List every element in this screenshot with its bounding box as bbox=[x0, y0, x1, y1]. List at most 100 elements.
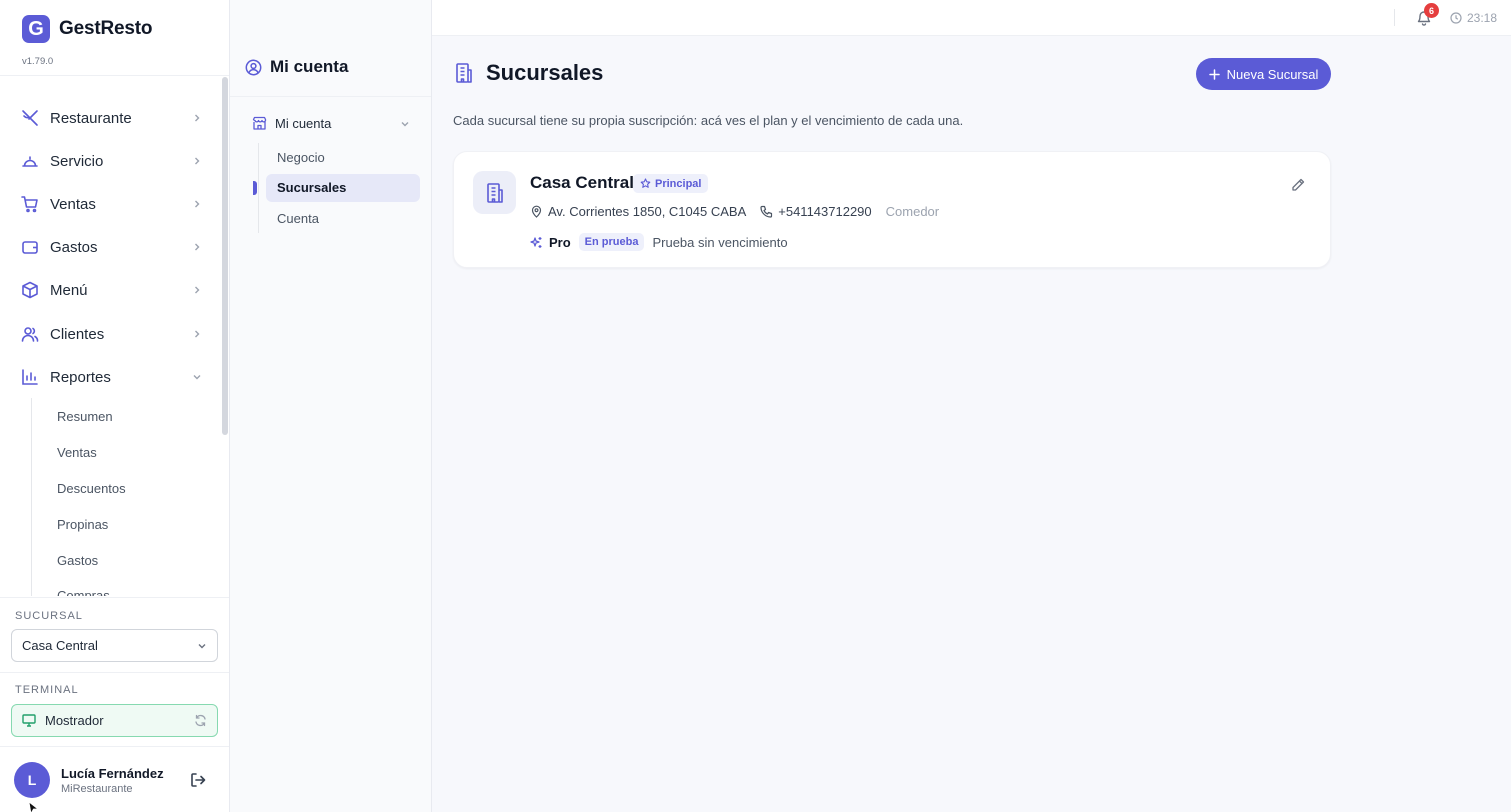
divider bbox=[0, 672, 229, 673]
sucursal-select[interactable]: Casa Central bbox=[11, 629, 218, 662]
nav-label: Gastos bbox=[50, 238, 98, 256]
sparkles-icon bbox=[530, 236, 542, 248]
panel-group-label: Mi cuenta bbox=[275, 116, 332, 131]
plus-icon bbox=[1208, 68, 1220, 80]
cart-icon bbox=[21, 196, 38, 213]
store-icon bbox=[252, 116, 267, 130]
branch-address: Av. Corrientes 1850, C1045 CABA bbox=[548, 204, 747, 219]
divider bbox=[1394, 9, 1395, 26]
panel-item-cuenta[interactable]: Cuenta bbox=[277, 211, 319, 226]
panel-item-sucursales[interactable]: Sucursales bbox=[277, 180, 346, 195]
refresh-icon[interactable] bbox=[194, 714, 207, 727]
panel-title: Mi cuenta bbox=[270, 57, 349, 76]
submenu-guide bbox=[31, 398, 32, 596]
branch-name: Casa Central bbox=[530, 173, 634, 192]
brand[interactable]: G GestResto bbox=[22, 15, 152, 43]
branch-phone: +541143712290 bbox=[778, 204, 872, 219]
page-title: Sucursales bbox=[486, 60, 604, 85]
subnav-item-propinas[interactable]: Propinas bbox=[57, 517, 108, 532]
nav-item-gastos[interactable]: Gastos bbox=[20, 229, 202, 265]
terminal-select[interactable]: Mostrador bbox=[11, 704, 218, 737]
expiry-note: Prueba sin vencimiento bbox=[652, 234, 788, 250]
wallet-icon bbox=[22, 241, 38, 254]
nav-item-clientes[interactable]: Clientes bbox=[20, 316, 202, 352]
avatar: L bbox=[14, 762, 50, 798]
divider bbox=[0, 75, 229, 76]
active-item-marker bbox=[253, 181, 257, 195]
branch-icon-tile bbox=[473, 171, 516, 214]
nav-item-servicio[interactable]: Servicio bbox=[20, 143, 202, 179]
page-description: Cada sucursal tiene su propia suscripció… bbox=[453, 113, 964, 128]
current-time: 23:18 bbox=[1467, 11, 1498, 25]
notification-badge: 6 bbox=[1424, 3, 1439, 18]
branch-subscription: Pro En prueba Prueba sin vencimiento bbox=[530, 233, 788, 251]
nav-label: Clientes bbox=[50, 325, 105, 343]
box-icon bbox=[22, 281, 38, 299]
subnav-item-descuentos[interactable]: Descuentos bbox=[57, 481, 126, 496]
divider bbox=[230, 96, 431, 97]
nav-item-restaurante[interactable]: Restaurante bbox=[20, 100, 202, 136]
sucursal-label: SUCURSAL bbox=[15, 610, 83, 622]
nav-label: Menú bbox=[50, 281, 88, 299]
user-profile[interactable]: L Lucía Fernández MiRestaurante bbox=[14, 762, 164, 798]
nav-label: Reportes bbox=[50, 368, 111, 386]
building-icon bbox=[486, 182, 503, 203]
brand-name: GestResto bbox=[59, 18, 153, 39]
monitor-icon bbox=[22, 714, 36, 727]
chevron-right-icon bbox=[195, 330, 200, 338]
nav-item-menu[interactable]: Menú bbox=[20, 272, 202, 308]
user-name: Lucía Fernández bbox=[61, 765, 164, 781]
chevron-right-icon bbox=[195, 114, 200, 122]
main-sidebar: G GestResto v1.79.0 Restaurante Servicio… bbox=[0, 0, 230, 812]
user-business: MiRestaurante bbox=[61, 782, 133, 795]
panel-group-mi-cuenta[interactable]: Mi cuenta bbox=[252, 116, 410, 131]
subnav-item-compras[interactable]: Compras bbox=[57, 588, 110, 596]
principal-badge-label: Principal bbox=[655, 177, 702, 190]
submenu-guide bbox=[258, 143, 259, 233]
utensils-icon bbox=[22, 110, 38, 126]
logout-icon[interactable] bbox=[189, 771, 207, 789]
nav-item-reportes[interactable]: Reportes bbox=[20, 359, 202, 395]
phone-icon bbox=[760, 205, 773, 218]
subnav-item-ventas[interactable]: Ventas bbox=[57, 445, 97, 460]
branch-card[interactable]: Casa Central Principal Av. Corrientes 18… bbox=[453, 151, 1331, 268]
nav-item-ventas[interactable]: Ventas bbox=[20, 186, 202, 222]
clock-icon bbox=[1450, 12, 1462, 24]
subnav-item-gastos[interactable]: Gastos bbox=[57, 553, 98, 568]
subnav-item-resumen[interactable]: Resumen bbox=[57, 409, 113, 424]
principal-badge: Principal bbox=[633, 174, 709, 193]
chevron-down-icon bbox=[198, 643, 206, 648]
nav-label: Servicio bbox=[50, 152, 104, 170]
mouse-cursor-icon bbox=[29, 802, 39, 812]
chevron-right-icon bbox=[195, 157, 200, 165]
divider bbox=[0, 746, 229, 747]
main-nav: Restaurante Servicio Ventas Gastos Menú … bbox=[0, 96, 222, 596]
new-branch-button[interactable]: Nueva Sucursal bbox=[1196, 58, 1331, 90]
star-icon bbox=[640, 178, 651, 188]
clock: 23:18 bbox=[1450, 11, 1497, 25]
bar-chart-icon bbox=[22, 369, 38, 385]
account-panel: Mi cuenta Mi cuenta Negocio Sucursales C… bbox=[230, 0, 432, 812]
nav-label: Ventas bbox=[50, 195, 96, 213]
panel-header: Mi cuenta bbox=[245, 57, 348, 77]
new-branch-label: Nueva Sucursal bbox=[1226, 66, 1319, 82]
map-pin-icon bbox=[531, 205, 542, 218]
page-header: Sucursales bbox=[453, 60, 603, 86]
divider bbox=[0, 597, 229, 598]
panel-item-negocio[interactable]: Negocio bbox=[277, 150, 325, 165]
branch-details: Av. Corrientes 1850, C1045 CABA +5411437… bbox=[530, 204, 939, 219]
branch-type: Comedor bbox=[885, 204, 940, 219]
chevron-down-icon bbox=[193, 375, 201, 380]
chevron-right-icon bbox=[195, 200, 200, 208]
edit-icon[interactable] bbox=[1290, 177, 1306, 193]
nav-label: Restaurante bbox=[50, 109, 132, 127]
sucursal-value: Casa Central bbox=[22, 638, 98, 653]
app-logo: G bbox=[22, 15, 50, 43]
room-service-icon bbox=[22, 156, 38, 167]
terminal-label: TERMINAL bbox=[15, 684, 79, 696]
app-version: v1.79.0 bbox=[22, 56, 54, 67]
top-bar: 6 23:18 bbox=[432, 0, 1511, 36]
terminal-value: Mostrador bbox=[45, 713, 104, 728]
chevron-down-icon bbox=[401, 121, 409, 126]
sidebar-scrollbar[interactable] bbox=[222, 77, 228, 435]
